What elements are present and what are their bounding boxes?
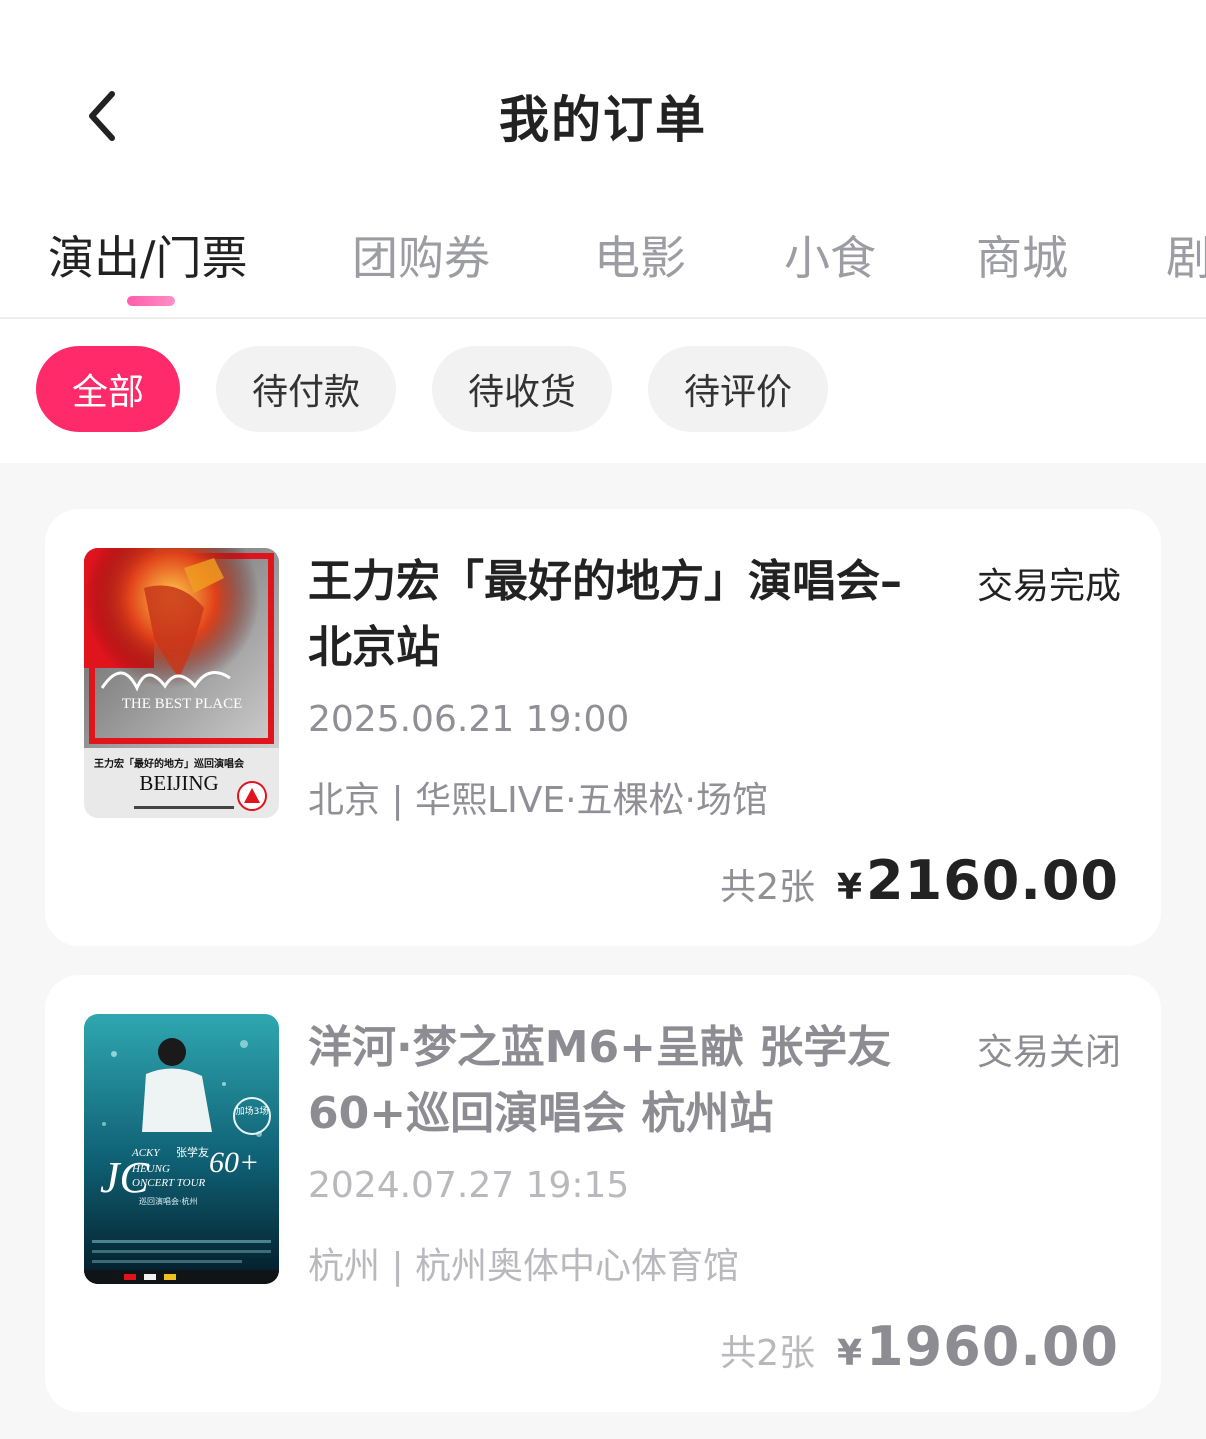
tab-performance-tickets[interactable]: 演出/门票	[48, 222, 248, 288]
page-title: 我的订单	[499, 91, 707, 149]
order-price-row: 共2张 ¥ 2160.00	[720, 849, 1119, 912]
filter-pending-delivery[interactable]: 待收货	[432, 346, 612, 432]
event-poster: 加场3场 JC ACKY HEUNG ONCERT TOUR 张学友 60+ 巡…	[84, 1014, 279, 1284]
orders-page: 我的订单 演出/门票 团购券 电影 小食 商城 剧 全部 待付款 待收货 待评价	[0, 0, 1206, 1439]
poster-name-en-1: ACKY	[131, 1147, 161, 1159]
poster-subtitle: THE BEST PLACE	[122, 696, 243, 712]
poster-image: 加场3场 JC ACKY HEUNG ONCERT TOUR 张学友 60+ 巡…	[84, 1014, 279, 1284]
order-title: 王力宏「最好的地方」演唱会–北京站	[308, 556, 902, 673]
tabs-divider	[0, 317, 1206, 319]
poster-image: THE BEST PLACE 王力宏「最好的地方」巡回演唱会 BEIJING	[84, 548, 279, 818]
category-tabs: 演出/门票 团购券 电影 小食 商城 剧	[0, 222, 1206, 318]
order-amount: 1960.00	[866, 1315, 1119, 1378]
filter-pending-review[interactable]: 待评价	[648, 346, 828, 432]
filter-all[interactable]: 全部	[36, 346, 180, 432]
poster-tour-en: ONCERT TOUR	[132, 1177, 206, 1189]
order-amount: 2160.00	[866, 849, 1119, 912]
active-tab-indicator	[127, 296, 175, 306]
order-datetime: 2025.06.21 19:00	[308, 699, 630, 740]
currency-symbol: ¥	[836, 1333, 863, 1374]
order-venue: 杭州 | 杭州奥体中心体育馆	[308, 1246, 740, 1287]
filter-pending-payment[interactable]: 待付款	[216, 346, 396, 432]
ticket-count: 共2张	[720, 867, 815, 908]
poster-city: BEIJING	[139, 771, 218, 795]
tab-drama[interactable]: 剧	[1166, 222, 1206, 288]
poster-badge: 加场3场	[236, 1106, 269, 1117]
order-card[interactable]: 加场3场 JC ACKY HEUNG ONCERT TOUR 张学友 60+ 巡…	[45, 975, 1161, 1412]
order-card[interactable]: THE BEST PLACE 王力宏「最好的地方」巡回演唱会 BEIJING 王…	[45, 509, 1161, 946]
order-title: 洋河·梦之蓝M6+呈献 张学友60+巡回演唱会 杭州站	[308, 1022, 892, 1139]
tab-group-vouchers[interactable]: 团购券	[352, 222, 490, 288]
order-status: 交易关闭	[976, 1032, 1121, 1073]
order-price-row: 共2张 ¥ 1960.00	[720, 1315, 1119, 1378]
poster-city: 巡回演唱会·杭州	[139, 1196, 198, 1206]
tab-mall[interactable]: 商城	[976, 222, 1068, 288]
ticket-count: 共2张	[720, 1333, 815, 1374]
poster-tour-text: 王力宏「最好的地方」巡回演唱会	[94, 757, 244, 770]
order-venue: 北京 | 华熙LIVE·五棵松·场馆	[308, 780, 768, 821]
tab-snacks[interactable]: 小食	[784, 222, 876, 288]
header-panel: 我的订单 演出/门票 团购券 电影 小食 商城 剧 全部 待付款 待收货 待评价	[0, 0, 1206, 463]
tab-movies[interactable]: 电影	[594, 222, 686, 288]
event-poster: THE BEST PLACE 王力宏「最好的地方」巡回演唱会 BEIJING	[84, 548, 279, 818]
poster-sixty: 60+	[209, 1146, 259, 1179]
currency-symbol: ¥	[836, 867, 863, 908]
order-datetime: 2024.07.27 19:15	[308, 1165, 630, 1206]
poster-name-en-2: HEUNG	[131, 1163, 170, 1175]
poster-name-cn: 张学友	[176, 1145, 209, 1159]
order-status: 交易完成	[976, 566, 1121, 607]
